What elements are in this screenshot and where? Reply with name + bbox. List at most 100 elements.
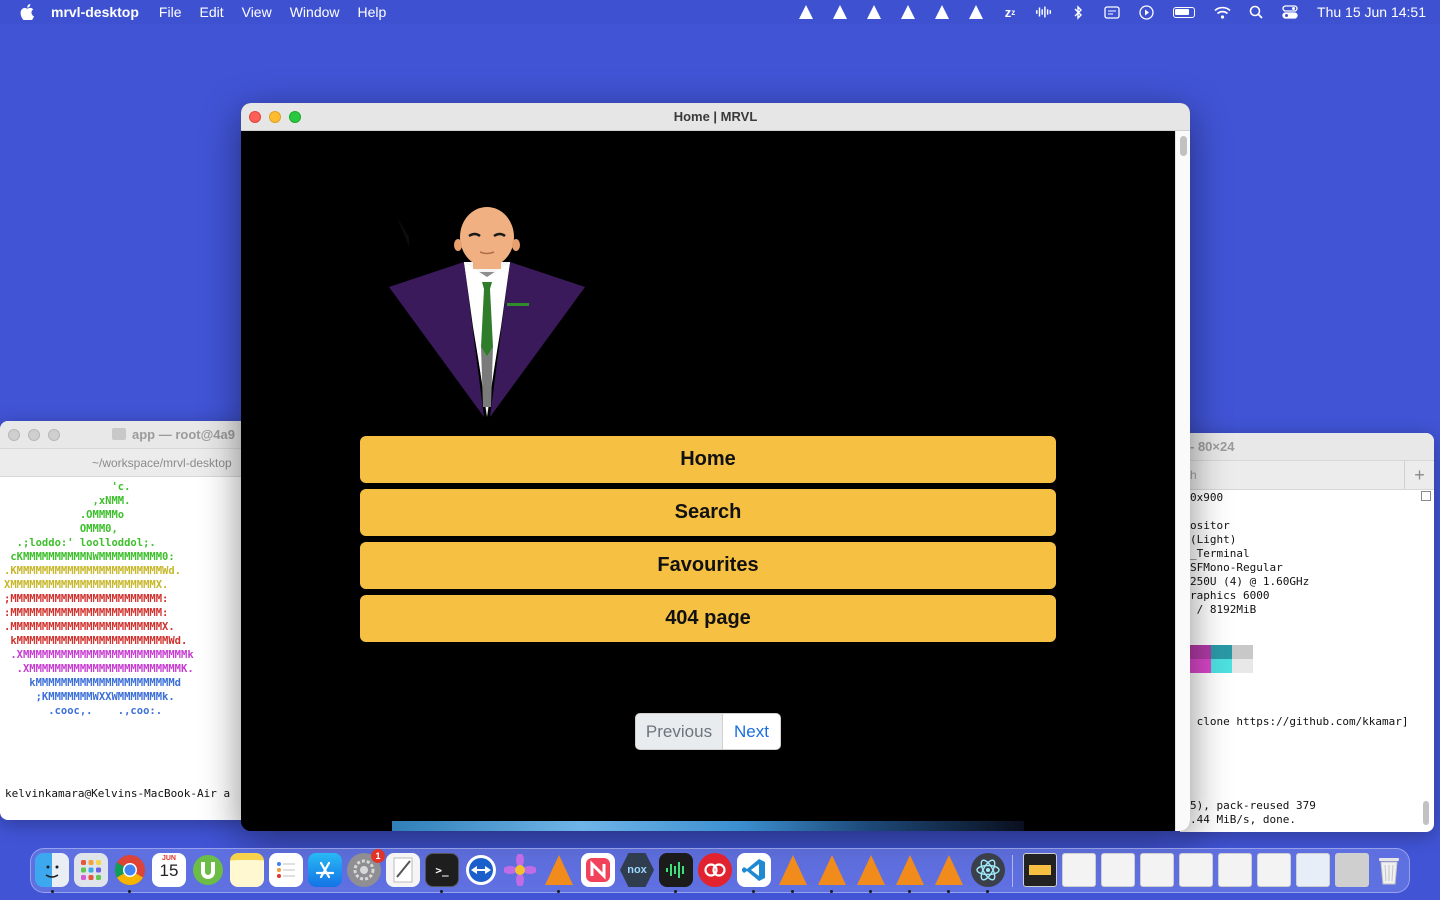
menu-view[interactable]: View bbox=[242, 4, 272, 20]
minimized-window-thumbnail[interactable] bbox=[1335, 853, 1369, 887]
running-indicator bbox=[869, 890, 872, 893]
calendar-day: 15 bbox=[159, 861, 179, 880]
minimized-window-thumbnail[interactable] bbox=[1218, 853, 1252, 887]
reminders-icon[interactable] bbox=[269, 853, 303, 887]
home-button[interactable]: Home bbox=[360, 436, 1056, 483]
terminal-title: - 80×24 bbox=[1190, 439, 1235, 454]
audio-app-icon[interactable] bbox=[659, 853, 693, 887]
terminal-window-right[interactable]: - 80×24 h + 0x900 ositor (Light) _Terminal S… bbox=[1180, 433, 1434, 832]
running-indicator bbox=[908, 890, 911, 893]
notes-icon[interactable] bbox=[230, 853, 264, 887]
finder-icon[interactable] bbox=[35, 853, 69, 887]
flower-app-icon[interactable] bbox=[503, 853, 537, 887]
textedit-icon[interactable] bbox=[386, 853, 420, 887]
chrome-icon[interactable] bbox=[113, 853, 147, 887]
input-icon[interactable] bbox=[1103, 4, 1121, 20]
vlc-icon[interactable] bbox=[865, 4, 883, 20]
previous-page-button[interactable]: Previous bbox=[636, 714, 723, 749]
terminal-line: _Terminal bbox=[1190, 547, 1250, 560]
new-tab-button[interactable]: + bbox=[1404, 461, 1434, 489]
utorrent-icon[interactable] bbox=[191, 853, 225, 887]
vlc-icon[interactable] bbox=[797, 4, 815, 20]
menu-window[interactable]: Window bbox=[290, 4, 340, 20]
terminal-titlebar[interactable]: - 80×24 bbox=[1180, 433, 1434, 461]
vlc-icon[interactable] bbox=[542, 853, 576, 887]
bluetooth-icon[interactable] bbox=[1069, 4, 1087, 20]
terminal-icon[interactable]: >_ bbox=[425, 853, 459, 887]
scrollbar-thumb[interactable] bbox=[1423, 801, 1429, 825]
terminal-tab[interactable]: h bbox=[1190, 468, 1197, 482]
window-titlebar[interactable]: Home | MRVL bbox=[241, 103, 1190, 131]
app-store-icon[interactable] bbox=[308, 853, 342, 887]
zoom-button[interactable] bbox=[48, 429, 60, 441]
mrvl-app-window[interactable]: Home | MRVL Home Search Favourites 404 p… bbox=[241, 103, 1190, 831]
trash-icon[interactable] bbox=[1372, 853, 1406, 887]
ascii-line: ;KMMMMMMMWXXWMMMMMMMk. bbox=[4, 691, 175, 703]
list-icon[interactable] bbox=[1421, 491, 1431, 501]
nox-icon[interactable]: nox bbox=[620, 853, 654, 887]
terminal-line: (Light) bbox=[1190, 533, 1237, 546]
calendar-icon[interactable]: JUN 15 bbox=[152, 853, 186, 887]
teamviewer-icon[interactable] bbox=[464, 853, 498, 887]
vlc-icon[interactable] bbox=[893, 853, 927, 887]
search-icon[interactable] bbox=[1247, 4, 1265, 20]
terminal-scrollbar[interactable] bbox=[1420, 491, 1432, 829]
minimized-window-thumbnail[interactable] bbox=[1296, 853, 1330, 887]
terminal-titlebar[interactable]: app — root@4a9 bbox=[0, 421, 246, 449]
vlc-icon[interactable] bbox=[831, 4, 849, 20]
apple-logo-icon[interactable] bbox=[19, 4, 35, 20]
minimized-window-thumbnail[interactable] bbox=[1257, 853, 1291, 887]
ascii-line: .MMMMMMMMMMMMMMMMMMMMMMMMX. bbox=[4, 621, 175, 633]
not-found-page-button[interactable]: 404 page bbox=[360, 595, 1056, 642]
color-swatch bbox=[1211, 659, 1232, 673]
next-page-button[interactable]: Next bbox=[723, 714, 780, 749]
control-center-icon[interactable] bbox=[1281, 4, 1299, 20]
running-indicator bbox=[440, 890, 443, 893]
audio-wave-icon[interactable] bbox=[1035, 4, 1053, 20]
close-button[interactable] bbox=[8, 429, 20, 441]
electron-icon[interactable] bbox=[971, 853, 1005, 887]
minimize-button[interactable] bbox=[28, 429, 40, 441]
menu-edit[interactable]: Edit bbox=[199, 4, 223, 20]
news-icon[interactable] bbox=[581, 853, 615, 887]
menubar-clock[interactable]: Thu 15 Jun 14:51 bbox=[1317, 4, 1426, 20]
favourites-button[interactable]: Favourites bbox=[360, 542, 1056, 589]
minimized-window-thumbnail[interactable] bbox=[1023, 853, 1057, 887]
search-button[interactable]: Search bbox=[360, 489, 1056, 536]
play-icon[interactable] bbox=[1137, 4, 1155, 20]
terminal-path: ~/workspace/mrvl-desktop bbox=[0, 449, 246, 477]
folder-icon bbox=[112, 428, 126, 440]
vlc-icon[interactable] bbox=[815, 853, 849, 887]
running-indicator bbox=[674, 890, 677, 893]
menu-help[interactable]: Help bbox=[358, 4, 387, 20]
vlc-icon[interactable] bbox=[967, 4, 985, 20]
minimized-window-thumbnail[interactable] bbox=[1179, 853, 1213, 887]
launchpad-icon[interactable] bbox=[74, 853, 108, 887]
vscode-icon[interactable] bbox=[737, 853, 771, 887]
vlc-icon[interactable] bbox=[776, 853, 810, 887]
window-scrollbar[interactable] bbox=[1175, 131, 1190, 831]
vlc-icon[interactable] bbox=[932, 853, 966, 887]
vlc-icon[interactable] bbox=[899, 4, 917, 20]
minimized-window-thumbnail[interactable] bbox=[1140, 853, 1174, 887]
menu-file[interactable]: File bbox=[159, 4, 182, 20]
terminal-window-left[interactable]: app — root@4a9 ~/workspace/mrvl-desktop … bbox=[0, 421, 246, 820]
creative-cloud-icon[interactable] bbox=[698, 853, 732, 887]
scrollbar-thumb[interactable] bbox=[1180, 136, 1187, 156]
app-name-menu[interactable]: mrvl-desktop bbox=[51, 4, 139, 20]
wifi-icon[interactable] bbox=[1213, 4, 1231, 20]
minimized-window-thumbnail[interactable] bbox=[1062, 853, 1096, 887]
vlc-icon[interactable] bbox=[854, 853, 888, 887]
terminal-output: 0x900 ositor (Light) _Terminal SFMono-Regula… bbox=[1190, 491, 1409, 827]
battery-icon[interactable] bbox=[1171, 4, 1197, 20]
minimized-window-thumbnail[interactable] bbox=[1101, 853, 1135, 887]
terminal-tab-bar: h + bbox=[1180, 461, 1434, 490]
vlc-icon[interactable] bbox=[933, 4, 951, 20]
sleep-icon[interactable]: zz bbox=[1001, 4, 1019, 20]
system-settings-icon[interactable]: 1 bbox=[347, 849, 385, 887]
